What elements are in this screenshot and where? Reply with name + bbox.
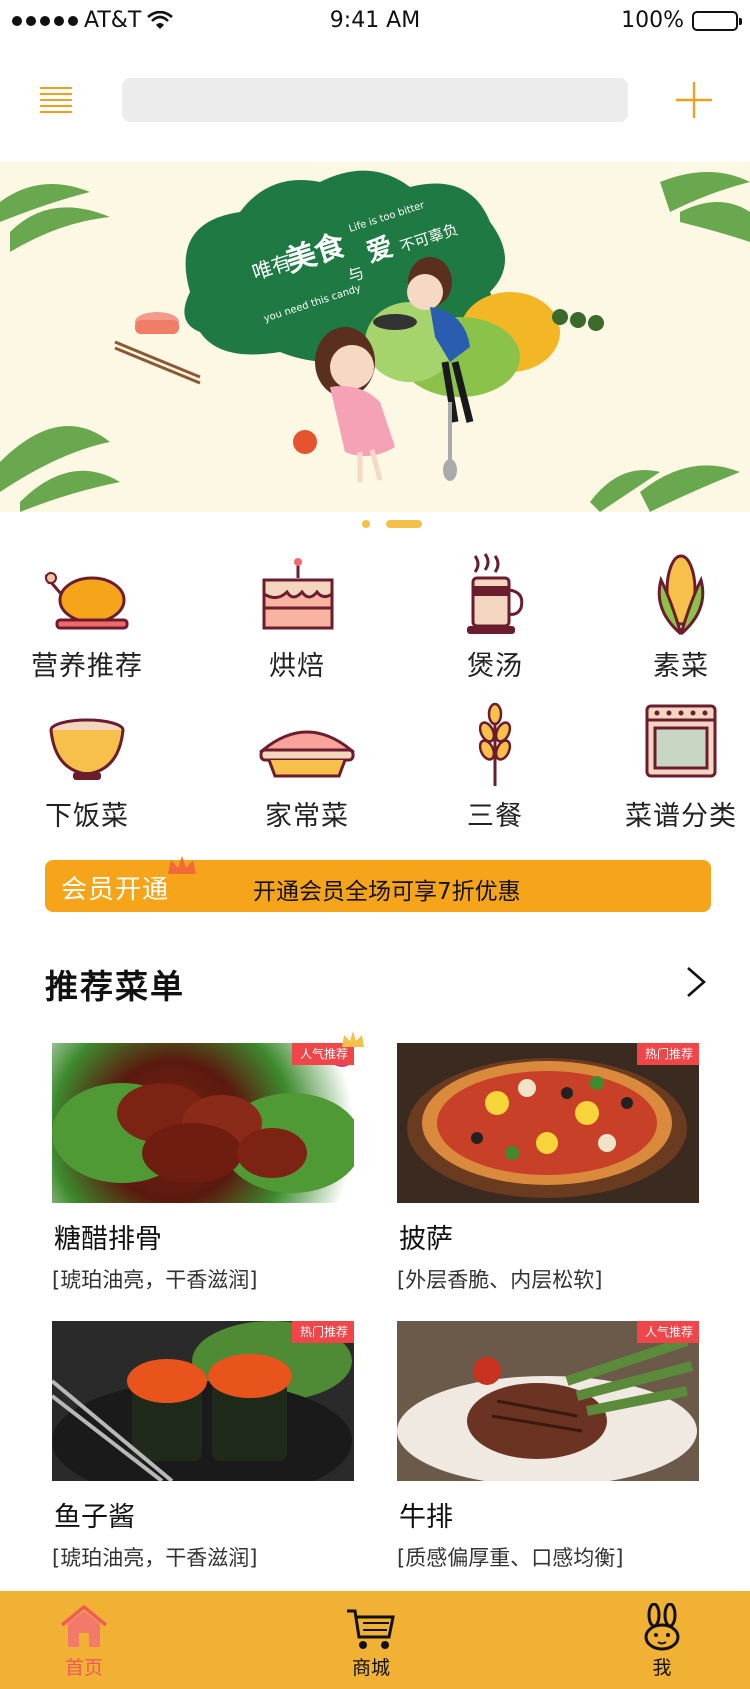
member-description: 开通会员全场可享7折优惠 <box>253 879 521 905</box>
tab-label: 商城 <box>351 1657 390 1679</box>
recipe-description: [琥珀油亮，干香滋润] <box>52 1268 258 1292</box>
bottom-tab-bar: 首页 商城 我 <box>0 1591 750 1689</box>
status-bar: AT&T 9:41 AM 100% <box>0 0 750 40</box>
recipe-card[interactable]: 人气推荐 糖醋排骨 [琥珀油亮，干香滋润] <box>52 1031 364 1294</box>
tab-label: 我 <box>652 1657 672 1679</box>
tab-home[interactable]: 首页 <box>24 1603 144 1680</box>
pager-dot-1[interactable] <box>362 520 370 528</box>
cake-icon <box>262 558 334 630</box>
rabbit-icon <box>644 1603 680 1651</box>
category-nutrition[interactable]: 营养推荐 <box>2 550 172 683</box>
category-label: 菜谱分类 <box>625 801 737 832</box>
category-vegetables[interactable]: 素菜 <box>596 550 750 683</box>
battery-icon <box>692 10 742 31</box>
home-icon <box>60 1604 108 1647</box>
crown-icon <box>168 856 196 874</box>
recipe-card[interactable]: 热门推荐 鱼子酱 [琥珀油亮，干香滋润] <box>52 1321 354 1572</box>
caviar-image <box>52 1321 352 1481</box>
recipe-name: 披萨 <box>399 1224 453 1255</box>
corn-icon <box>657 554 705 636</box>
recipe-description: [外层香脆、内层松软] <box>397 1268 603 1292</box>
member-banner[interactable]: 会员开通 开通会员全场可享7折优惠 <box>45 856 711 912</box>
recipe-name: 糖醋排骨 <box>54 1224 162 1255</box>
search-input[interactable] <box>122 78 628 122</box>
banner-pager[interactable] <box>0 518 750 530</box>
category-label: 烘焙 <box>269 651 325 682</box>
bowl-icon <box>49 718 125 780</box>
battery-percent: 100% <box>621 8 684 33</box>
tab-me[interactable]: 我 <box>602 1603 722 1680</box>
category-label: 营养推荐 <box>31 651 143 682</box>
steak-image <box>397 1336 697 1481</box>
oven-icon <box>645 704 717 778</box>
category-label: 下饭菜 <box>45 801 129 832</box>
ribs-image <box>52 1043 354 1193</box>
recipe-description: [琥珀油亮，干香滋润] <box>52 1546 258 1570</box>
recipe-card[interactable]: 热门推荐 披萨 [外层香脆、内层松软] <box>397 1043 699 1294</box>
recipe-tag: 人气推荐 <box>636 1321 699 1343</box>
chevron-right-icon[interactable] <box>678 962 714 1002</box>
recipe-name: 鱼子酱 <box>54 1502 135 1533</box>
category-recipe-types[interactable]: 菜谱分类 <box>596 700 750 833</box>
category-three-meals[interactable]: 三餐 <box>410 700 580 833</box>
pizza-image <box>407 1058 687 1198</box>
recipe-name: 牛排 <box>399 1502 453 1533</box>
recipe-tag: 热门推荐 <box>291 1321 354 1343</box>
category-label: 家常菜 <box>265 801 349 832</box>
recipe-photo: 热门推荐 <box>397 1043 699 1203</box>
category-label: 三餐 <box>467 801 523 832</box>
wheat-icon <box>478 702 512 786</box>
pie-icon <box>258 730 356 778</box>
category-label: 煲汤 <box>467 651 523 682</box>
recipe-description: [质感偏厚重、口感均衡] <box>397 1546 624 1570</box>
member-title: 会员开通 <box>61 875 170 905</box>
tab-label: 首页 <box>64 1657 103 1679</box>
crown-badge-icon <box>342 1031 364 1047</box>
roast-chicken-icon <box>44 571 129 630</box>
recipe-photo: 人气推荐 <box>52 1043 354 1203</box>
tab-mall[interactable]: 商城 <box>311 1603 431 1680</box>
menu-button[interactable] <box>40 80 80 120</box>
recipe-photo: 人气推荐 <box>397 1321 699 1481</box>
add-button[interactable] <box>672 78 716 122</box>
category-label: 素菜 <box>653 651 709 682</box>
category-soup[interactable]: 煲汤 <box>410 550 580 683</box>
section-title: 推荐菜单 <box>45 967 185 1006</box>
category-rice-dishes[interactable]: 下饭菜 <box>2 700 172 833</box>
cart-icon <box>347 1609 395 1649</box>
recipe-tag: 热门推荐 <box>636 1043 699 1065</box>
top-toolbar <box>0 60 750 140</box>
pager-dot-2[interactable] <box>386 520 422 528</box>
recipe-photo: 热门推荐 <box>52 1321 354 1481</box>
recipe-card[interactable]: 人气推荐 牛排 [质感偏厚重、口感均衡] <box>397 1321 699 1572</box>
category-home-cooking[interactable]: 家常菜 <box>222 700 392 833</box>
category-baking[interactable]: 烘焙 <box>212 550 382 683</box>
soup-cup-icon <box>467 553 524 634</box>
banner-illustration: 唯有 美食 与 爱 不可辜负 Life is too bitter you ne… <box>0 170 750 512</box>
promo-banner[interactable]: 唯有 美食 与 爱 不可辜负 Life is too bitter you ne… <box>0 162 750 512</box>
